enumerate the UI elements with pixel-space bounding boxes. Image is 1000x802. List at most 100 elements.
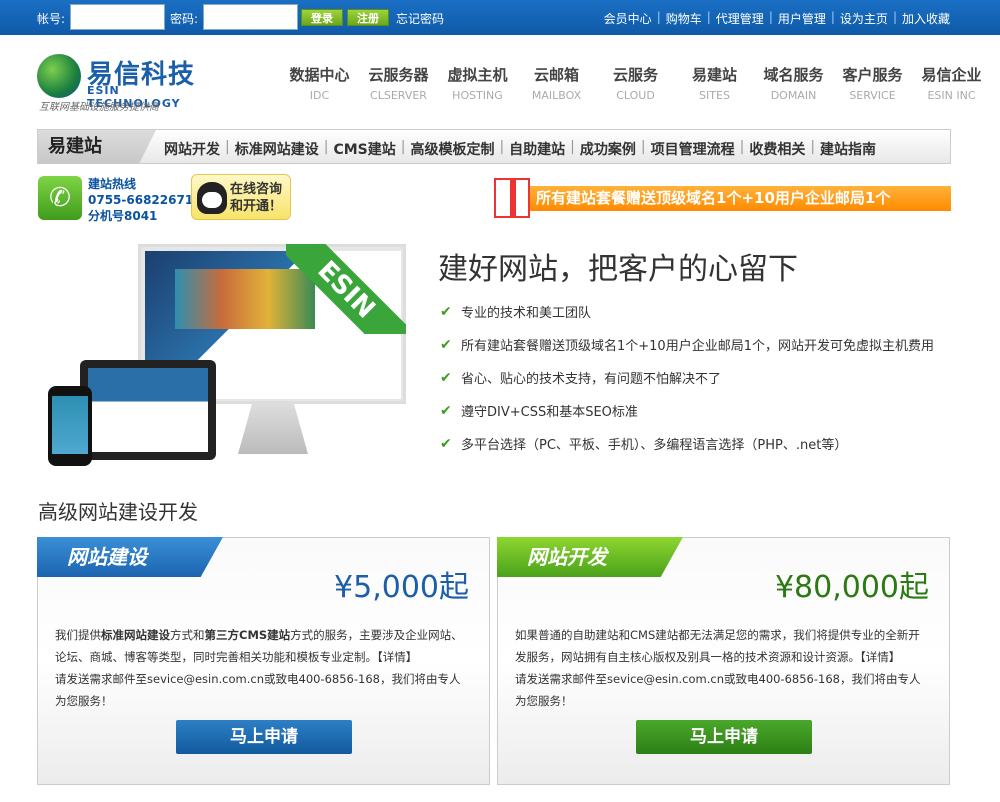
main-nav: 数据中心 IDC 云服务器 CLSERVER 虚拟主机 HOSTING 云邮箱 MAIL… <box>280 64 991 102</box>
hotline-label: 建站热线 <box>88 177 137 191</box>
feature-text: 遵守DIV+CSS和基本SEO标准 <box>461 405 638 420</box>
card-price: ¥5,000起 <box>334 570 469 605</box>
sub-nav-links: 网站开发 | 标准网站建设 | CMS建站 | 高级模板定制 | 自助建站 | 成功案例 |… <box>164 139 876 159</box>
check-icon: ✔ <box>440 402 452 419</box>
feature-text: 多平台选择（PC、平板、手机）、多编程语言选择（PHP、.net等） <box>461 438 848 453</box>
nav-label: 云服务器 <box>368 66 429 84</box>
separator: | <box>225 139 230 155</box>
set-homepage-link[interactable]: 设为主页 <box>840 10 888 27</box>
separator: | <box>323 139 329 155</box>
feature-text: 专业的技术和美工团队 <box>461 306 592 321</box>
check-icon: ✔ <box>440 336 452 353</box>
subnav-web-dev[interactable]: 网站开发 <box>164 139 220 159</box>
consult-text: 在线咨询 和开通！ <box>230 181 282 215</box>
desc-bold: 第三方CMS建站 <box>204 628 291 642</box>
nav-item-esin-inc[interactable]: 易信企业 ESIN INC <box>912 64 991 102</box>
register-button[interactable]: 注册 <box>347 9 389 26</box>
separator: | <box>499 139 505 155</box>
nav-label: 域名服务 <box>763 66 824 84</box>
user-manage-link[interactable]: 用户管理 <box>778 10 826 27</box>
hotline-number: 0755-66822671 <box>88 193 194 207</box>
nav-item-service[interactable]: 客户服务 SERVICE <box>833 64 912 102</box>
subnav-standard-site[interactable]: 标准网站建设 <box>235 139 319 159</box>
subnav-cms[interactable]: CMS建站 <box>333 139 395 159</box>
card-price: ¥80,000起 <box>774 570 929 605</box>
subnav-template[interactable]: 高级模板定制 <box>410 139 494 159</box>
feature-item: ✔ 遵守DIV+CSS和基本SEO标准 <box>440 394 934 427</box>
nav-sublabel: HOSTING <box>452 89 503 102</box>
nav-item-hosting[interactable]: 虚拟主机 HOSTING <box>438 64 517 102</box>
forgot-password-link[interactable]: 忘记密码 <box>396 10 444 27</box>
subnav-guide[interactable]: 建站指南 <box>820 139 876 159</box>
nav-sublabel: IDC <box>309 89 330 102</box>
card-description: 我们提供标准网站建设方式和第三方CMS建站方式的服务，主要涉及企业网站、论坛、商… <box>55 624 471 712</box>
nav-label: 云邮箱 <box>533 66 579 84</box>
nav-item-clserver[interactable]: 云服务器 CLSERVER <box>359 64 438 102</box>
promo-banner[interactable]: 所有建站套餐赠送顶级域名1个+10用户企业邮局1个 <box>494 178 951 218</box>
nav-label: 虚拟主机 <box>447 66 508 84</box>
feature-list: ✔ 专业的技术和美工团队 ✔ 所有建站套餐赠送顶级域名1个+10用户企业邮局1个，网… <box>440 295 934 460</box>
promo-text: 所有建站套餐赠送顶级域名1个+10用户企业邮局1个 <box>526 186 951 211</box>
top-links: 会员中心 | 购物车 | 代理管理 | 用户管理 | 设为主页 | 加入收藏 <box>604 10 950 27</box>
tablet-image <box>80 360 216 460</box>
website-build-card: 网站建设 ¥5,000起 我们提供标准网站建设方式和第三方CMS建站方式的服务，… <box>37 537 490 785</box>
agent-manage-link[interactable]: 代理管理 <box>716 10 764 27</box>
nav-label: 易建站 <box>691 66 737 84</box>
apply-now-button[interactable]: 马上申请 <box>636 720 812 754</box>
hotline-extension: 分机号8041 <box>88 209 158 223</box>
desc-text: 如果普通的自助建站和CMS建站都无法满足您的需求，我们将提供专业的全新开发服务，… <box>515 628 920 664</box>
subnav-pricing[interactable]: 收费相关 <box>749 139 805 159</box>
logo-slogan: 互联网基础设施服务提供商 <box>39 102 159 113</box>
devices-illustration: ESIN <box>48 244 406 468</box>
nav-sublabel: CLOUD <box>616 89 655 102</box>
sub-nav: 易建站 网站开发 | 标准网站建设 | CMS建站 | 高级模板定制 | 自助建站 | 成… <box>37 129 951 164</box>
nav-label: 数据中心 <box>289 66 350 84</box>
nav-item-cloud[interactable]: 云服务 CLOUD <box>596 64 675 102</box>
contact-text: 请发送需求邮件至sevice@esin.com.cn或致电400-6856-16… <box>55 672 461 708</box>
card-description: 如果普通的自助建站和CMS建站都无法满足您的需求，我们将提供专业的全新开发服务，… <box>515 624 931 712</box>
nav-item-sites[interactable]: 易建站 SITES <box>675 64 754 102</box>
cart-link[interactable]: 购物车 <box>666 10 702 27</box>
account-input[interactable] <box>70 4 165 30</box>
subnav-self-build[interactable]: 自助建站 <box>509 139 565 159</box>
apply-now-button[interactable]: 马上申请 <box>176 720 352 754</box>
qq-penguin-icon <box>197 182 227 214</box>
separator: | <box>810 139 816 155</box>
nav-sublabel: DOMAIN <box>770 89 817 102</box>
desc-bold: 标准网站建设 <box>101 628 170 642</box>
nav-item-mailbox[interactable]: 云邮箱 MAILBOX <box>517 64 596 102</box>
monitor-stand <box>238 404 308 454</box>
nav-item-idc[interactable]: 数据中心 IDC <box>280 64 359 102</box>
feature-item: ✔ 多平台选择（PC、平板、手机）、多编程语言选择（PHP、.net等） <box>440 427 934 460</box>
nav-item-domain[interactable]: 域名服务 DOMAIN <box>754 64 833 102</box>
separator: | <box>640 139 646 155</box>
subnav-cases[interactable]: 成功案例 <box>580 139 636 159</box>
nav-sublabel: MAILBOX <box>531 89 582 102</box>
separator: | <box>830 10 835 24</box>
gift-icon <box>494 178 530 218</box>
nav-sublabel: ESIN INC <box>927 89 976 102</box>
subnav-process[interactable]: 项目管理流程 <box>651 139 735 159</box>
phone-icon: ✆ <box>38 176 82 220</box>
separator: | <box>400 139 406 155</box>
tablet-screen <box>88 368 208 452</box>
nav-sublabel: SITES <box>699 89 730 102</box>
feature-item: ✔ 专业的技术和美工团队 <box>440 295 934 328</box>
account-label: 帐号: <box>37 12 66 26</box>
member-center-link[interactable]: 会员中心 <box>604 10 652 27</box>
nav-label: 云服务 <box>612 66 658 84</box>
hero-title: 建好网站，把客户的心留下 <box>438 252 798 287</box>
feature-text: 所有建站套餐赠送顶级域名1个+10用户企业邮局1个，网站开发可免虚拟主机费用 <box>461 339 934 354</box>
site-logo[interactable]: 易信科技 ESIN TECHNOLOGY 互联网基础设施服务提供商 <box>37 52 207 113</box>
login-button[interactable]: 登录 <box>301 9 343 26</box>
top-bar: 帐号: 密码: 登录 注册 忘记密码 会员中心 | 购物车 | 代理管理 | 用户管理… <box>0 0 1000 35</box>
add-favorite-link[interactable]: 加入收藏 <box>902 10 950 27</box>
password-input[interactable] <box>203 4 298 30</box>
feature-item: ✔ 所有建站套餐赠送顶级域名1个+10用户企业邮局1个，网站开发可免虚拟主机费用 <box>440 328 934 361</box>
card-tag: 网站开发 <box>497 537 683 577</box>
esin-ribbon: ESIN <box>286 244 406 334</box>
nav-sublabel: SERVICE <box>849 89 896 102</box>
phone-image <box>48 386 92 466</box>
separator: | <box>739 139 745 155</box>
online-consult-button[interactable]: 在线咨询 和开通！ <box>191 174 291 220</box>
